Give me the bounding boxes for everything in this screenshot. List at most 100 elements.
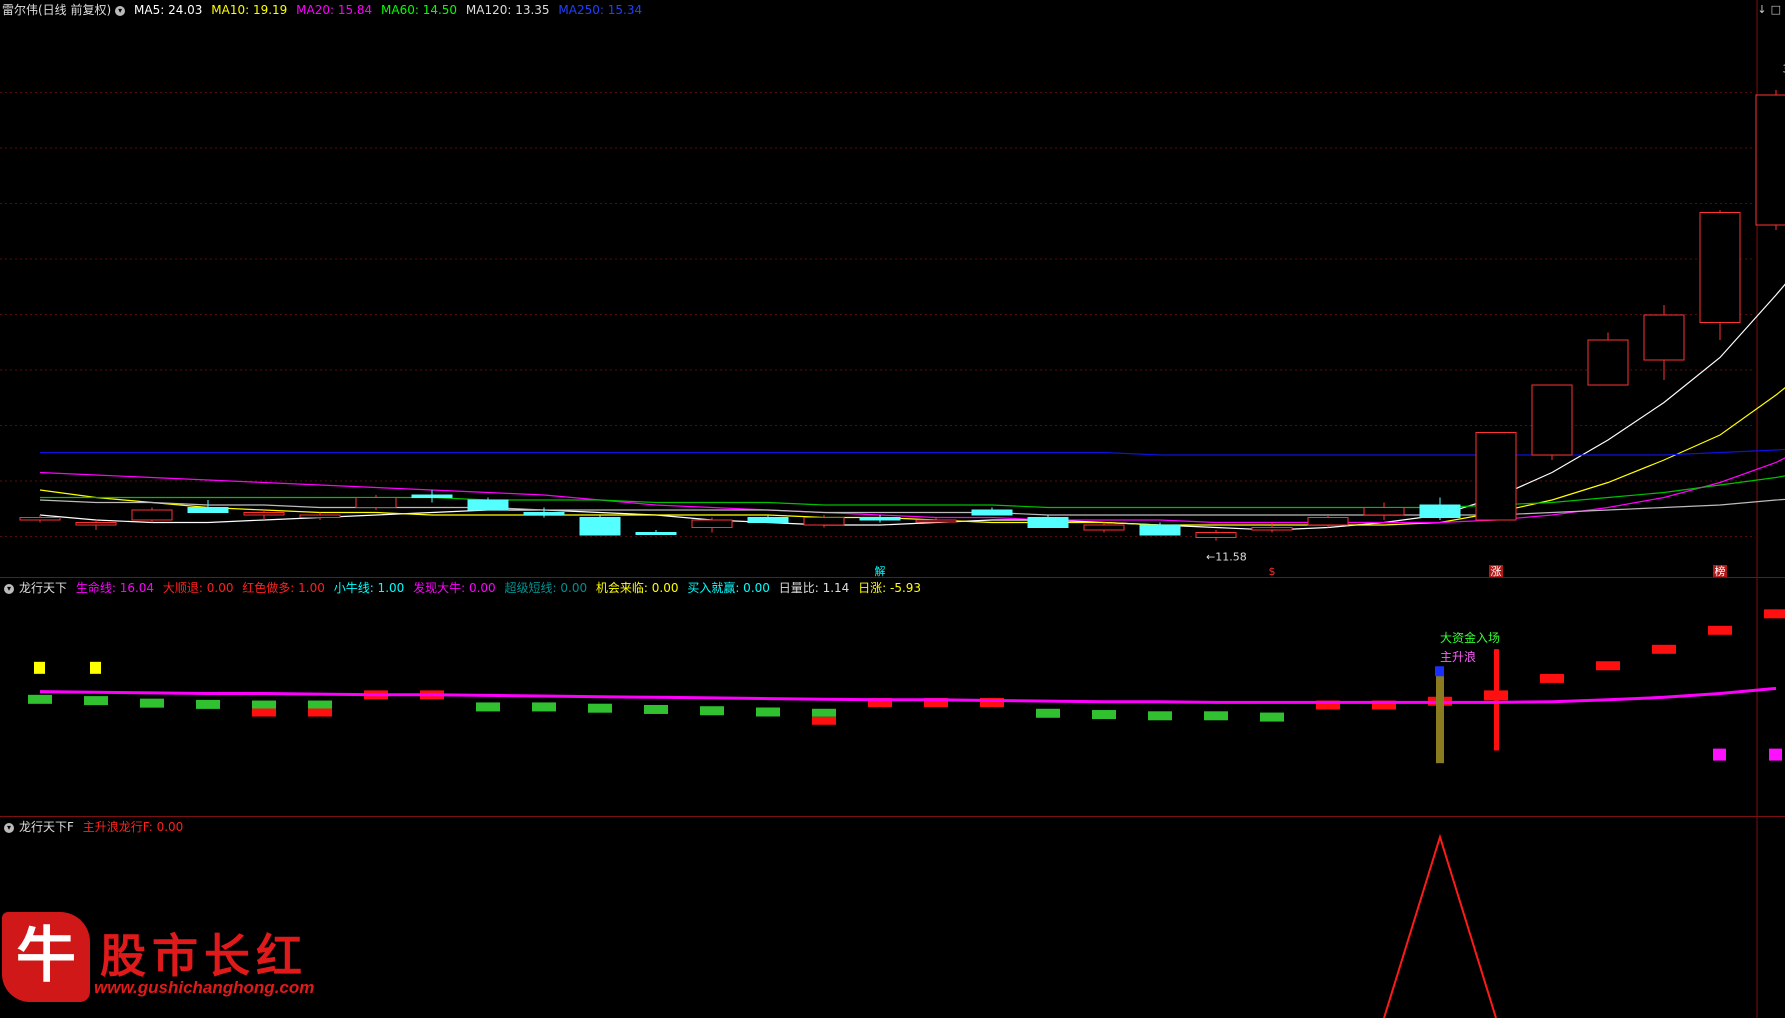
candle-body <box>1756 95 1785 225</box>
green-bar <box>84 696 108 705</box>
ma250-label: MA250: 15.34 <box>558 3 642 17</box>
volume-ratio-label: 日量比: 1.14 <box>779 581 850 595</box>
candle-body <box>524 513 564 515</box>
candle-body <box>748 518 788 523</box>
price-legend: 雷尔伟(日线 前复权)▾ MA5: 24.03 MA10: 19.19 MA20… <box>2 2 647 18</box>
candle-body <box>692 520 732 528</box>
red-bar <box>1484 690 1508 700</box>
candle-body <box>972 510 1012 515</box>
candlestick-chart[interactable]: 30.66←11.58解$涨榜 <box>0 0 1785 577</box>
ma20-label: MA20: 15.84 <box>296 3 372 17</box>
window-buttons: ↓□ <box>1753 3 1781 16</box>
magenta-signal <box>1769 749 1782 761</box>
candle-body <box>76 523 116 526</box>
buy-win-label: 买入就赢: 0.00 <box>687 581 770 595</box>
green-bar <box>252 701 276 709</box>
green-bar <box>308 701 332 709</box>
candle-body <box>300 515 340 518</box>
red-bar <box>1764 609 1785 618</box>
candle-body <box>20 518 60 521</box>
magenta-signal <box>1713 749 1726 761</box>
indicator2-title: 龙行天下F <box>19 820 74 834</box>
candle-body <box>916 520 956 522</box>
green-bar <box>700 706 724 715</box>
red-bar <box>812 717 836 725</box>
red-bar <box>308 709 332 717</box>
ma10-label: MA10: 19.19 <box>211 3 287 17</box>
green-bar <box>1092 710 1116 719</box>
super-short-label: 超级短线: 0.00 <box>505 581 588 595</box>
candle-body <box>1364 508 1404 516</box>
candle-body <box>804 518 844 526</box>
candle-body <box>636 533 676 535</box>
maximize-icon[interactable]: □ <box>1771 3 1781 16</box>
ma250-line <box>40 447 1785 456</box>
date-marker: 榜 <box>1715 564 1726 577</box>
green-bar <box>1036 709 1060 718</box>
candle-body <box>1700 213 1740 323</box>
price-panel[interactable]: 雷尔伟(日线 前复权)▾ MA5: 24.03 MA10: 19.19 MA20… <box>0 0 1785 577</box>
daily-change-label: 日涨: -5.93 <box>858 581 921 595</box>
green-bar <box>1148 711 1172 720</box>
date-marker: 涨 <box>1491 565 1502 577</box>
green-bar <box>756 708 780 717</box>
green-bar <box>196 700 220 709</box>
candle-body <box>1308 518 1348 526</box>
indicator2-legend: ▾ 龙行天下F 主升浪龙行F: 0.00 <box>2 819 188 835</box>
minimize-icon[interactable]: ↓ <box>1757 3 1766 16</box>
candle-body <box>1532 385 1572 455</box>
toggle-icon[interactable]: ▾ <box>115 6 125 16</box>
logo-text: 股市长红 <box>100 920 308 986</box>
green-bar <box>1260 713 1284 722</box>
candle-body <box>860 518 900 521</box>
candle-body <box>1252 528 1292 531</box>
candle-body <box>1196 533 1236 538</box>
ma120-label: MA120: 13.35 <box>466 3 550 17</box>
green-bar <box>1204 711 1228 720</box>
life-line <box>40 688 1776 702</box>
candle-body <box>244 513 284 516</box>
red-bar <box>1596 661 1620 670</box>
ma60-line <box>40 468 1785 508</box>
main-wave-f-label: 主升浪龙行F: 0.00 <box>83 820 184 834</box>
yellow-signal <box>90 662 101 674</box>
big-money-signal-label: 大资金入场 <box>1440 630 1500 645</box>
red-long-label: 红色做多: 1.00 <box>242 581 325 595</box>
main-wave-signal-label: 主升浪 <box>1440 649 1476 664</box>
candle-body <box>580 518 620 536</box>
low-price-label: ←11.58 <box>1206 551 1247 564</box>
candle-body <box>1084 525 1124 530</box>
candle-body <box>468 500 508 510</box>
toggle-icon[interactable]: ▾ <box>4 584 14 594</box>
green-bar <box>140 699 164 708</box>
find-bull-label: 发现大牛: 0.00 <box>413 581 496 595</box>
ma20-line <box>40 434 1785 523</box>
date-marker: $ <box>1269 565 1276 577</box>
candle-body <box>188 508 228 513</box>
green-bar <box>28 695 52 704</box>
candle-body <box>1140 525 1180 535</box>
yellow-signal <box>34 662 45 674</box>
indicator-panel-1[interactable]: ▾龙行天下 生命线: 16.04 大顺退: 0.00 红色做多: 1.00 小牛… <box>0 577 1785 816</box>
red-bar <box>1708 626 1732 635</box>
candle-body <box>1028 518 1068 528</box>
watermark-logo: 牛 股市长红 www.gushichanghong.com <box>2 908 312 1010</box>
price-title: 雷尔伟(日线 前复权) <box>2 3 111 17</box>
ma5-line <box>40 229 1785 530</box>
green-bar <box>588 704 612 713</box>
big-money-bar <box>1436 675 1444 764</box>
life-line-label: 生命线: 16.04 <box>76 581 154 595</box>
red-bar <box>1540 674 1564 683</box>
toggle-icon[interactable]: ▾ <box>4 823 14 833</box>
main-wave-f-line <box>1384 837 1496 1018</box>
candle-body <box>1644 315 1684 360</box>
indicator1-legend: ▾龙行天下 生命线: 16.04 大顺退: 0.00 红色做多: 1.00 小牛… <box>2 580 926 596</box>
bull-logo-icon: 牛 <box>2 912 90 1002</box>
green-bar <box>532 702 556 711</box>
candle-body <box>1420 505 1460 518</box>
green-bar <box>644 705 668 714</box>
big-exit-label: 大顺退: 0.00 <box>163 581 234 595</box>
small-bull-label: 小牛线: 1.00 <box>334 581 405 595</box>
ma60-label: MA60: 14.50 <box>381 3 457 17</box>
indicator1-chart[interactable]: 大资金入场主升浪 <box>0 578 1785 816</box>
